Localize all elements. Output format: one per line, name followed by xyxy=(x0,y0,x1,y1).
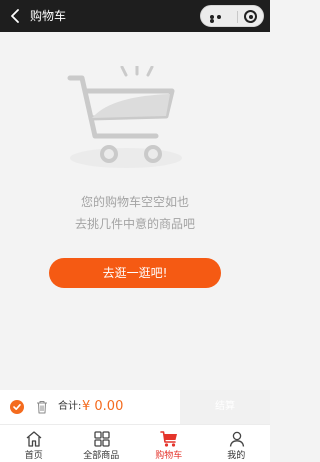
home-icon xyxy=(26,431,42,447)
close-circle-icon[interactable] xyxy=(244,10,257,23)
empty-cart-hint: 去挑几件中意的商品吧 xyxy=(74,217,195,231)
tab-label: 首页 xyxy=(24,451,43,461)
capsule-divider xyxy=(237,11,238,23)
tab-all-products[interactable]: 全部商品 xyxy=(68,425,136,462)
total-label: 合计: xyxy=(58,401,82,412)
empty-cart-message: 您的购物车空空如也 xyxy=(80,195,189,209)
tab-label: 购物车 xyxy=(155,451,183,461)
checkout-bar: 合计: ¥ 0.00 结算 xyxy=(0,390,270,424)
page-title: 购物车 xyxy=(30,9,67,23)
settle-button[interactable]: 结算 xyxy=(180,390,270,424)
trash-icon[interactable] xyxy=(36,400,48,414)
cart-icon xyxy=(160,431,177,447)
go-shopping-button[interactable]: 去逛一逛吧! xyxy=(49,258,221,288)
user-icon xyxy=(229,431,244,447)
total-price: ¥ 0.00 xyxy=(82,399,124,414)
back-arrow-icon[interactable] xyxy=(10,9,22,23)
tab-home[interactable]: 首页 xyxy=(0,425,68,462)
mini-program-capsule xyxy=(200,5,264,27)
grid-icon xyxy=(93,431,110,447)
more-dots-icon[interactable] xyxy=(210,15,228,23)
select-all-check-icon[interactable] xyxy=(10,400,24,414)
tab-cart[interactable]: 购物车 xyxy=(135,425,203,462)
top-navbar: 购物车 xyxy=(0,0,270,32)
bottom-tabbar: 首页 全部商品 购物车 我的 xyxy=(0,424,270,462)
tab-label: 我的 xyxy=(227,451,246,461)
tab-mine[interactable]: 我的 xyxy=(203,425,271,462)
empty-cart-illustration xyxy=(67,66,182,168)
tab-label: 全部商品 xyxy=(83,451,120,461)
